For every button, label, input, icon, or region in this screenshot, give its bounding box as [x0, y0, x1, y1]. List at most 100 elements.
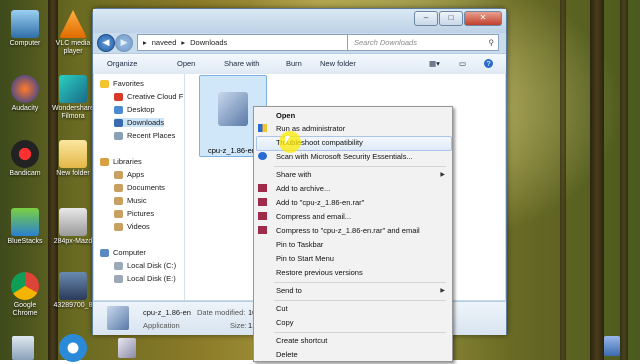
- menu-cut[interactable]: Cut: [276, 304, 288, 313]
- details-file-icon: [107, 306, 129, 330]
- title-bar: – □ ✕: [93, 9, 506, 33]
- taskbar-app-icon[interactable]: [118, 338, 136, 358]
- menu-send-to[interactable]: Send to: [276, 286, 302, 295]
- menu-copy[interactable]: Copy: [276, 318, 294, 327]
- address-bar[interactable]: ▸ naveed ▸ Downloads ▾: [137, 34, 379, 51]
- nav-local-disk-e[interactable]: Local Disk (E:): [114, 274, 176, 283]
- computer-icon: [11, 10, 39, 38]
- tray-icon[interactable]: [604, 336, 620, 356]
- menu-pin-to-start-menu[interactable]: Pin to Start Menu: [276, 254, 334, 263]
- nav-local-disk-c[interactable]: Local Disk (C:): [114, 261, 176, 270]
- burn-button[interactable]: Burn: [286, 59, 302, 68]
- menu-compress-rar-and-email[interactable]: Compress to "cpu-z_1.86-en.rar" and emai…: [276, 226, 420, 235]
- desktop-icon-bluestacks[interactable]: BlueStacks: [2, 208, 48, 246]
- nav-creative-cloud[interactable]: Creative Cloud F: [114, 92, 183, 101]
- downloads-icon: [114, 118, 123, 127]
- nav-recent-places[interactable]: Recent Places: [114, 131, 175, 140]
- chrome-icon: [11, 272, 39, 300]
- nav-apps[interactable]: Apps: [114, 170, 144, 179]
- drive-icon: [114, 274, 123, 283]
- details-size-label: Size:: [230, 321, 247, 330]
- desktop-icon-chrome[interactable]: Google Chrome: [2, 272, 48, 318]
- documents-icon: [114, 183, 123, 192]
- desktop-icon-audacity[interactable]: Audacity: [2, 75, 48, 113]
- search-icon: ⚲: [488, 38, 495, 47]
- breadcrumb-separator: ▸: [181, 38, 186, 47]
- forward-button[interactable]: ▶: [115, 34, 133, 52]
- videos-icon: [114, 222, 123, 231]
- vlc-icon: [59, 10, 87, 38]
- nav-desktop[interactable]: Desktop: [114, 105, 155, 114]
- nav-downloads[interactable]: Downloads: [114, 118, 165, 127]
- desktop-icon-image-2[interactable]: 43289700_8: [50, 272, 96, 310]
- menu-create-shortcut[interactable]: Create shortcut: [276, 336, 327, 345]
- details-file-name: cpu-z_1.86-en: [143, 308, 191, 317]
- installer-icon: [218, 92, 248, 126]
- menu-open[interactable]: Open: [276, 111, 295, 120]
- creative-cloud-icon: [114, 92, 123, 101]
- menu-separator: [274, 300, 446, 301]
- menu-scan-security-essentials[interactable]: Scan with Microsoft Security Essentials.…: [276, 152, 413, 161]
- security-essentials-icon: [258, 152, 267, 160]
- computer-icon: [100, 248, 109, 257]
- folder-icon: [59, 140, 87, 168]
- winrar-icon: [258, 184, 267, 192]
- desktop-icon-partial[interactable]: [12, 336, 34, 360]
- view-options-icon[interactable]: ▦▾: [429, 59, 440, 68]
- search-input[interactable]: Search Downloads ⚲: [347, 34, 499, 51]
- back-button[interactable]: ◀: [97, 34, 115, 52]
- menu-separator: [274, 332, 446, 333]
- share-with-button[interactable]: Share with: [224, 59, 259, 68]
- audacity-icon: [11, 75, 39, 103]
- desktop-icon-filmora[interactable]: Wondershare Filmora: [50, 75, 96, 121]
- menu-add-to-archive[interactable]: Add to archive...: [276, 184, 330, 193]
- filmora-icon: [59, 75, 87, 103]
- new-folder-button[interactable]: New folder: [320, 59, 356, 68]
- desktop-icon-new-folder[interactable]: New folder: [50, 140, 96, 178]
- winrar-icon: [258, 226, 267, 234]
- menu-separator: [274, 166, 446, 167]
- folder-small-icon: ▸: [143, 38, 147, 47]
- nav-pictures[interactable]: Pictures: [114, 209, 154, 218]
- apps-icon: [114, 170, 123, 179]
- pictures-icon: [114, 209, 123, 218]
- desktop-icon-computer[interactable]: Computer: [2, 10, 48, 48]
- winrar-icon: [258, 198, 267, 206]
- breadcrumb-user[interactable]: naveed: [152, 38, 177, 47]
- help-icon[interactable]: ?: [484, 59, 493, 68]
- desktop-icon-bandicam[interactable]: Bandicam: [2, 140, 48, 178]
- minimize-button[interactable]: –: [414, 11, 438, 26]
- bluestacks-icon: [11, 208, 39, 236]
- submenu-arrow-icon: ▶: [440, 172, 445, 178]
- navigation-pane: Favorites Creative Cloud F Desktop Downl…: [94, 74, 185, 300]
- libraries-header[interactable]: Libraries: [100, 157, 142, 166]
- favorites-header[interactable]: Favorites: [100, 79, 144, 88]
- nav-music[interactable]: Music: [114, 196, 147, 205]
- image-icon: [59, 272, 87, 300]
- menu-delete[interactable]: Delete: [276, 350, 298, 359]
- organize-button[interactable]: Organize: [107, 59, 137, 68]
- nav-documents[interactable]: Documents: [114, 183, 165, 192]
- desktop-icon-vlc[interactable]: VLC media player: [50, 10, 96, 56]
- breadcrumb-downloads[interactable]: Downloads: [190, 38, 227, 47]
- menu-add-to-rar[interactable]: Add to "cpu-z_1.86-en.rar": [276, 198, 364, 207]
- menu-compress-and-email[interactable]: Compress and email...: [276, 212, 351, 221]
- details-date-label: Date modified:: [197, 308, 246, 317]
- close-button[interactable]: ✕: [464, 11, 502, 26]
- star-icon: [100, 79, 109, 88]
- cursor-highlight: [279, 131, 301, 153]
- maximize-button[interactable]: □: [439, 11, 463, 26]
- uac-shield-icon: [258, 124, 267, 132]
- menu-share-with[interactable]: Share with: [276, 170, 311, 179]
- menu-pin-to-taskbar[interactable]: Pin to Taskbar: [276, 240, 323, 249]
- nav-videos[interactable]: Videos: [114, 222, 150, 231]
- desktop-icon: [114, 105, 123, 114]
- open-button[interactable]: Open: [177, 59, 195, 68]
- preview-pane-icon[interactable]: ▭: [459, 59, 466, 68]
- desktop-icon-image-1[interactable]: 284px-Mazd: [50, 208, 96, 246]
- menu-restore-previous-versions[interactable]: Restore previous versions: [276, 268, 363, 277]
- navigation-row: ◀ ▶ ▸ naveed ▸ Downloads ▾ Search Downlo…: [93, 31, 506, 53]
- computer-header[interactable]: Computer: [100, 248, 146, 257]
- bandicam-icon: [11, 140, 39, 168]
- libraries-icon: [100, 157, 109, 166]
